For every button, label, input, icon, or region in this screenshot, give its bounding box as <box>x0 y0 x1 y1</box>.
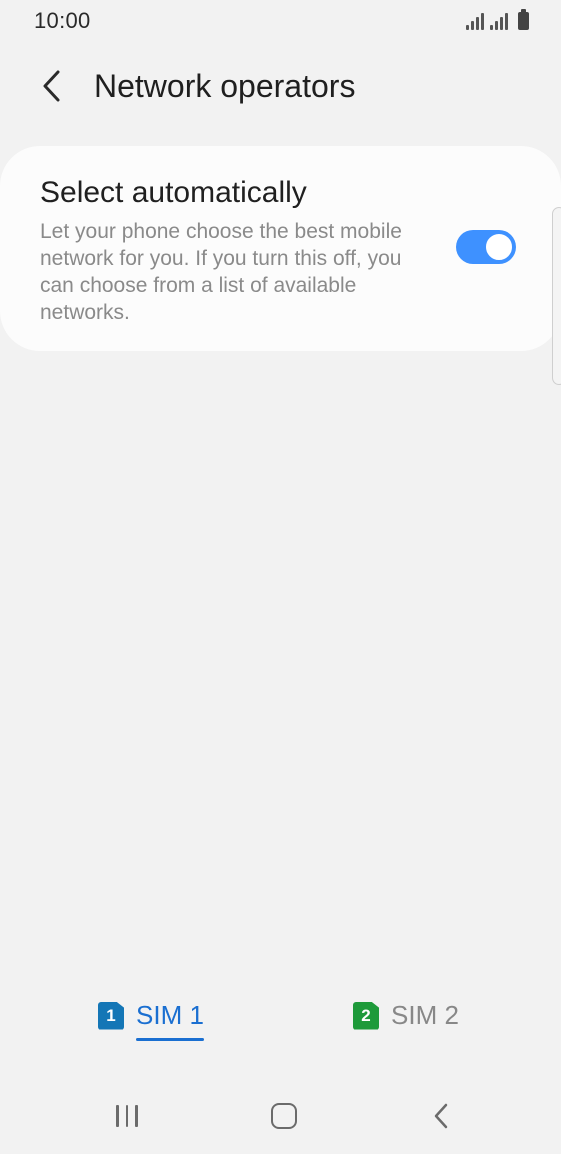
toggle-knob <box>484 232 514 262</box>
back-icon <box>434 1103 448 1129</box>
recent-apps-button[interactable] <box>97 1094 157 1138</box>
tab-sim-1-label: SIM 1 <box>136 1000 204 1041</box>
back-button[interactable] <box>30 62 74 110</box>
tab-sim-1[interactable]: 1 SIM 1 <box>98 1000 204 1041</box>
status-bar: 10:00 <box>0 0 561 42</box>
tab-sim-2[interactable]: 2 SIM 2 <box>353 1000 459 1031</box>
nav-back-button[interactable] <box>411 1094 471 1138</box>
tab-sim-2-label: SIM 2 <box>391 1000 459 1030</box>
sim-card-icon: 1 <box>98 1001 124 1030</box>
sim-tabs: 1 SIM 1 2 SIM 2 <box>0 990 561 1050</box>
signal-icon <box>466 12 484 30</box>
scrollbar-handle[interactable] <box>552 207 561 385</box>
recent-apps-icon <box>116 1105 138 1127</box>
home-button[interactable] <box>254 1094 314 1138</box>
status-icons <box>466 9 529 30</box>
sim-card-icon: 2 <box>353 1001 379 1030</box>
page-title: Network operators <box>94 68 356 104</box>
screen: 10:00 Network operators Select automatic… <box>0 0 561 1154</box>
app-header: Network operators <box>0 50 561 126</box>
navigation-bar <box>0 1080 561 1154</box>
select-automatically-card[interactable]: Select automatically Let your phone choo… <box>0 146 561 351</box>
select-automatically-description: Let your phone choose the best mobile ne… <box>40 220 402 324</box>
signal-icon <box>490 12 508 30</box>
status-time: 10:00 <box>34 8 91 33</box>
select-automatically-title: Select automatically <box>40 176 307 209</box>
battery-icon <box>518 9 529 30</box>
select-automatically-toggle[interactable] <box>456 230 516 264</box>
home-icon <box>271 1103 297 1129</box>
chevron-left-icon <box>43 70 60 102</box>
